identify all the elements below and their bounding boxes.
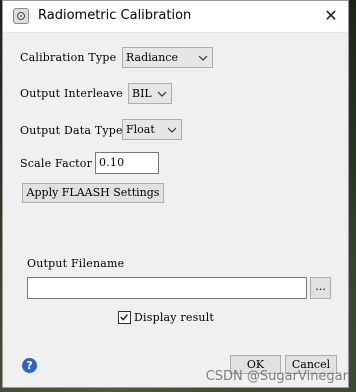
output-interleave-label: Output Interleave (20, 87, 123, 100)
output-filename-input[interactable] (27, 277, 307, 299)
envi-icon (13, 8, 29, 24)
output-data-type-label: Output Data Type (20, 124, 123, 137)
calibration-type-value: Radiance (126, 51, 178, 64)
output-interleave-select[interactable]: BIL (128, 83, 172, 104)
calibration-type-select[interactable]: Radiance (122, 47, 213, 68)
radiometric-calibration-dialog: Radiometric Calibration ✕ Calibration Ty… (2, 0, 349, 388)
chevron-down-icon (157, 91, 167, 97)
checkmark-icon (120, 314, 128, 321)
close-button[interactable]: ✕ (320, 5, 342, 27)
output-data-type-select[interactable]: Float (122, 119, 182, 140)
title-bar[interactable]: Radiometric Calibration ✕ (3, 1, 348, 33)
browse-button[interactable]: ... (310, 277, 331, 299)
chevron-down-icon (167, 127, 177, 133)
watermark: CSDN @SugarVinegar (205, 369, 348, 384)
chevron-down-icon (198, 55, 208, 61)
scale-factor-value: 0.10 (99, 156, 125, 169)
help-icon[interactable]: ? (22, 358, 37, 373)
scale-factor-input[interactable]: 0.10 (95, 152, 159, 174)
window-title: Radiometric Calibration (38, 8, 192, 23)
output-interleave-value: BIL (132, 87, 152, 100)
apply-flaash-settings-button[interactable]: Apply FLAASH Settings (22, 183, 164, 203)
output-data-type-value: Float (126, 123, 155, 136)
output-filename-label: Output Filename (27, 257, 125, 270)
scale-factor-label: Scale Factor (20, 157, 93, 170)
display-result-label: Display result (134, 311, 215, 324)
calibration-type-label: Calibration Type (20, 51, 117, 64)
display-result-checkbox[interactable] (118, 311, 131, 324)
